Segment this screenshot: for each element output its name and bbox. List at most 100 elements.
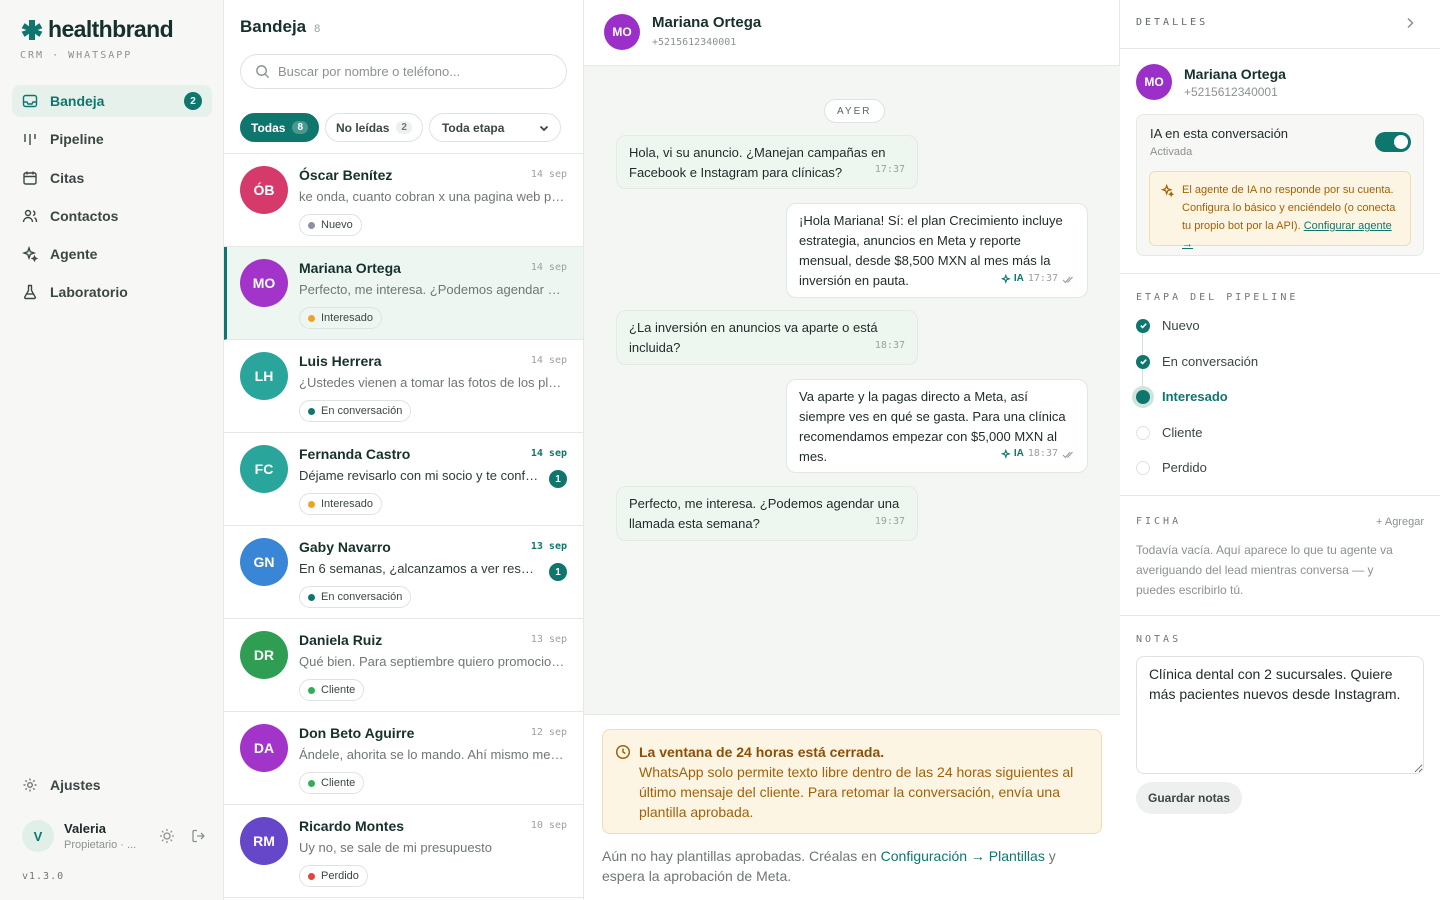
stage-nuevo[interactable]: Nuevo [1136, 318, 1200, 333]
stage-interesado[interactable]: Interesado [1136, 389, 1228, 404]
inbox-panel: Bandeja 8 Todas 8 No leídas 2 Toda etapa… [224, 0, 584, 900]
sun-icon[interactable] [159, 828, 175, 844]
conversation-row[interactable]: ÓB Óscar Benítez 14 sep ke onda, cuanto cob… [224, 154, 583, 247]
ia-card-title: IA en esta conversación [1150, 126, 1289, 141]
chevron-right-icon[interactable] [1402, 15, 1418, 31]
chat-panel: MO Mariana Ortega +5215612340001 AYER Ho… [584, 0, 1120, 900]
brand-subtitle: CRM · WHATSAPP [20, 50, 133, 61]
stage-tag: Cliente [299, 772, 365, 794]
chip-count: 2 [396, 121, 412, 134]
current-stage-dot-icon [1136, 389, 1150, 404]
stage-dot-icon [308, 779, 315, 787]
user-card: V Valeria Propietario · ... [22, 820, 207, 852]
stage-tag-label: Interesado [321, 498, 373, 510]
message-text: Perfecto, me interesa. ¿Podemos agendar … [629, 496, 900, 531]
conversation-row[interactable]: DR Daniela Ruiz 13 sep Qué bien. Para septi… [224, 619, 583, 712]
chip-label: No leídas [336, 120, 390, 135]
calendar-icon [23, 171, 37, 185]
conversation-preview: Déjame revisarlo con mi socio y te confi… [299, 468, 539, 483]
ia-badge: IA [1000, 269, 1024, 289]
nav-label: Agente [50, 246, 98, 263]
stage-select-value: Toda etapa [441, 120, 505, 135]
avatar: ÓB [240, 166, 288, 214]
window-closed-alert: La ventana de 24 horas está cerrada. Wha… [602, 729, 1102, 834]
ia-toggle[interactable] [1375, 132, 1411, 152]
nav-item-citas[interactable]: Citas [12, 162, 212, 194]
filter-chip-no-leidas[interactable]: No leídas 2 [325, 113, 423, 142]
add-field-button[interactable]: + Agregar [1376, 516, 1424, 528]
empty-circle-icon [1136, 425, 1150, 440]
message-bubble-incoming: Perfecto, me interesa. ¿Podemos agendar … [616, 486, 918, 541]
stage-label: Interesado [1162, 389, 1228, 404]
message-meta: 19:37 [875, 512, 905, 532]
conversation-row[interactable]: FC Fernanda Castro 14 sep Déjame revisarlo … [224, 433, 583, 526]
save-notes-button[interactable]: Guardar notas [1136, 782, 1243, 814]
check-icon [1136, 318, 1150, 333]
ia-settings-card: IA en esta conversación Activada El agen… [1136, 114, 1424, 256]
pipeline-icon [24, 134, 36, 146]
conversation-row[interactable]: MO Mariana Ortega 14 sep Perfecto, me inter… [224, 247, 583, 340]
filter-chip-todas[interactable]: Todas 8 [240, 113, 320, 142]
conversation-preview: Uy no, se sale de mi presupuesto [299, 840, 492, 855]
chip-label: Todas [251, 120, 286, 135]
stage-tag: Perdido [299, 865, 368, 887]
stage-tag-label: Nuevo [321, 219, 353, 231]
avatar: MO [1136, 64, 1172, 100]
conversation-row[interactable]: DA Don Beto Aguirre 12 sep Ándele, ahorita … [224, 712, 583, 805]
message-thread[interactable]: AYER Hola, vi su anuncio. ¿Manejan campa… [584, 66, 1120, 714]
conversation-row[interactable]: GN Gaby Navarro 13 sep En 6 semanas, ¿alcan… [224, 526, 583, 619]
details-title: DETALLES [1136, 17, 1209, 28]
nav-item-pipeline[interactable]: Pipeline [12, 123, 212, 155]
conversation-row[interactable]: RM Ricardo Montes 10 sep Uy no, se sale de … [224, 805, 583, 898]
message-meta: IA 18:37 [1000, 444, 1075, 464]
settings-link[interactable]: Ajustes [22, 777, 101, 793]
conversation-row[interactable]: LH Luis Herrera 14 sep ¿Ustedes vienen a to… [224, 340, 583, 433]
stage-cliente[interactable]: Cliente [1136, 425, 1202, 440]
conversation-date: 14 sep [530, 262, 567, 273]
templates-settings-link[interactable]: Configuración → Plantillas [881, 848, 1045, 864]
conversation-preview: En 6 semanas, ¿alcanzamos a ver result..… [299, 561, 539, 576]
avatar[interactable]: V [22, 820, 54, 852]
avatar: MO [604, 14, 640, 50]
nav-item-agente[interactable]: Agente [12, 238, 212, 270]
clock-icon [615, 744, 631, 760]
conversation-name: Daniela Ruiz [299, 632, 383, 648]
stage-tag-label: Cliente [321, 684, 356, 696]
stage-en-conversacion[interactable]: En conversación [1136, 354, 1258, 369]
stage-select[interactable]: Toda etapa [428, 113, 561, 142]
message-bubble-outgoing: ¡Hola Mariana! Sí: el plan Crecimiento i… [786, 203, 1088, 298]
logout-icon[interactable] [191, 828, 207, 844]
nav-item-contactos[interactable]: Contactos [12, 200, 212, 232]
conversation-date: 14 sep [530, 448, 567, 459]
conversation-name: Ricardo Montes [299, 818, 405, 834]
stage-dot-icon [308, 407, 315, 415]
search-icon [256, 65, 270, 79]
conversation-name: Óscar Benítez [299, 167, 393, 183]
stage-dot-icon [308, 686, 315, 694]
ficha-section-title: FICHA [1136, 516, 1182, 527]
nav-item-bandeja[interactable]: Bandeja 2 [12, 85, 212, 117]
brand-logo[interactable]: healthbrand [20, 16, 174, 43]
conversation-date: 10 sep [530, 820, 567, 831]
message-time: 19:37 [874, 516, 905, 527]
details-contact-phone: +5215612340001 [1184, 84, 1278, 99]
chip-count: 8 [292, 121, 309, 134]
avatar: RM [240, 817, 288, 865]
settings-label: Ajustes [50, 777, 101, 793]
details-contact: MO Mariana Ortega +5215612340001 [1136, 64, 1286, 100]
main-nav: Bandeja 2 Pipeline Citas Contactos Agent… [12, 85, 212, 315]
avatar: FC [240, 445, 288, 493]
conversation-preview: Ándele, ahorita se lo mando. Ahí mismo m… [299, 747, 567, 762]
double-check-icon [1062, 451, 1073, 458]
note-text-start: Aún no hay plantillas aprobadas. Créalas… [602, 848, 881, 864]
message-time: 17:37 [1027, 273, 1058, 284]
divider [1120, 495, 1440, 496]
search-input[interactable] [278, 64, 548, 79]
stage-perdido[interactable]: Perdido [1136, 460, 1207, 475]
conversation-date: 13 sep [530, 634, 567, 645]
templates-note: Aún no hay plantillas aprobadas. Créalas… [602, 846, 1102, 886]
gear-icon [23, 778, 37, 792]
notes-textarea[interactable] [1136, 656, 1424, 774]
stage-tag: En conversación [299, 400, 412, 422]
nav-item-laboratorio[interactable]: Laboratorio [12, 276, 212, 308]
